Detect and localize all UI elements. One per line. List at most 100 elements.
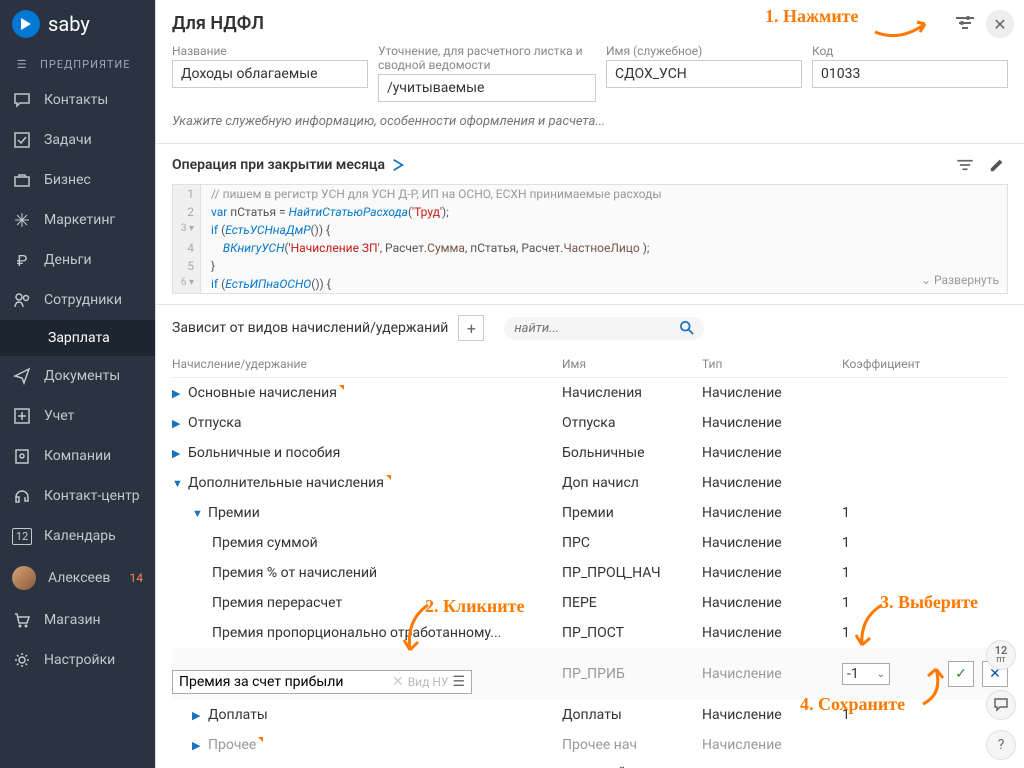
field-label-clarif: Уточнение, для расчетного листка и сводн… bbox=[378, 44, 596, 72]
sidebar-label: Задачи bbox=[44, 132, 92, 148]
code-block[interactable]: 1// пишем в регистр УСН для УСН Д-Р, ИП … bbox=[172, 184, 1008, 294]
table-row[interactable]: Премия % от начисленийПР_ПРОЦ_НАЧНачисле… bbox=[172, 558, 1008, 588]
org-row[interactable]: ☰ ПРЕДПРИЯТИЕ bbox=[0, 48, 155, 80]
clarif-input[interactable] bbox=[378, 74, 596, 102]
deps-label: Зависит от видов начислений/удержаний bbox=[172, 320, 448, 336]
caret-icon[interactable]: ▶ bbox=[172, 447, 184, 460]
th-name: Начисление/удержание bbox=[172, 357, 562, 371]
table-row[interactable]: ▼ПремииПремииНачисление1 bbox=[172, 498, 1008, 528]
table-row[interactable]: Премия перерасчетПЕРЕНачисление1 bbox=[172, 588, 1008, 618]
sidebar-label: Календарь bbox=[44, 528, 116, 544]
sidebar-label: Учет bbox=[44, 408, 74, 424]
table-row[interactable]: ▼Дополнительные начисленияДоп начислНачи… bbox=[172, 468, 1008, 498]
sidebar-item-14[interactable]: Настройки bbox=[0, 640, 155, 680]
table-row[interactable]: ▶ПрочееПрочее начНачисление bbox=[172, 730, 1008, 760]
row-name: Отпуска bbox=[188, 415, 242, 431]
table-row[interactable]: ▶ОтпускаОтпускаНачисление bbox=[172, 408, 1008, 438]
search-icon[interactable] bbox=[680, 321, 694, 335]
row-code: Больничные bbox=[562, 445, 702, 461]
caret-icon[interactable]: ▶ bbox=[192, 709, 204, 722]
row-code: ПРС bbox=[562, 535, 702, 551]
help-button[interactable]: ? bbox=[986, 730, 1016, 760]
sidebar-item-1[interactable]: Задачи bbox=[0, 120, 155, 160]
name-input[interactable] bbox=[172, 60, 368, 88]
filter-icon[interactable] bbox=[954, 12, 976, 34]
close-button[interactable]: ✕ bbox=[986, 10, 1014, 38]
row-name: Премия суммой bbox=[212, 535, 318, 551]
deps-table: Начисление/удержание Имя Тип Коэффициент… bbox=[156, 351, 1024, 768]
sidebar-item-6[interactable]: Зарплата bbox=[0, 320, 155, 356]
logo-icon bbox=[12, 10, 40, 38]
sidebar-label: Документы bbox=[44, 368, 120, 384]
field-label-sysname: Имя (служебное) bbox=[606, 44, 802, 58]
edit-icon-2[interactable] bbox=[986, 154, 1008, 176]
table-row[interactable]: ▶Основные начисленияНачисленияНачисление bbox=[172, 378, 1008, 408]
sidebar-item-10[interactable]: Контакт-центр bbox=[0, 476, 155, 516]
badge: 14 bbox=[130, 571, 144, 585]
row-type: Начисление bbox=[702, 625, 842, 641]
table-row[interactable]: Премия суммой ПРСНачисление1 bbox=[172, 528, 1008, 558]
sidebar-item-12[interactable]: Алексеев14 bbox=[0, 556, 155, 600]
briefcase-icon bbox=[12, 170, 32, 190]
sidebar-item-5[interactable]: Сотрудники bbox=[0, 280, 155, 320]
sidebar-item-9[interactable]: Компании bbox=[0, 436, 155, 476]
caret-icon[interactable]: ▼ bbox=[172, 477, 184, 490]
row-code: Доп начисл bbox=[562, 475, 702, 491]
list-icon[interactable]: ☰ bbox=[452, 674, 465, 690]
code-input[interactable] bbox=[812, 60, 1008, 88]
send-icon bbox=[12, 366, 32, 386]
sidebar-item-13[interactable]: Магазин bbox=[0, 600, 155, 640]
caret-icon[interactable]: ▼ bbox=[192, 507, 204, 520]
expand-link[interactable]: ⌄ Развернуть bbox=[921, 271, 999, 289]
table-row[interactable]: Простой по независящим причинамПРОСТОЙНН… bbox=[172, 760, 1008, 768]
sidebar-item-8[interactable]: Учет bbox=[0, 396, 155, 436]
caret-icon[interactable]: ▶ bbox=[192, 739, 204, 752]
row-name-input[interactable] bbox=[179, 674, 388, 690]
spark-icon bbox=[12, 210, 32, 230]
add-button[interactable]: + bbox=[458, 315, 484, 341]
sidebar-label: Контакты bbox=[44, 92, 108, 108]
row-coef: 1 bbox=[842, 707, 1008, 723]
clear-icon[interactable]: ✕ bbox=[392, 674, 404, 690]
field-label-name: Название bbox=[172, 44, 368, 58]
search-box[interactable] bbox=[504, 317, 704, 340]
filter-icon-2[interactable] bbox=[954, 154, 976, 176]
row-name: Дополнительные начисления bbox=[188, 475, 384, 491]
operation-section: Операция при закрытии месяца 1// пишем в… bbox=[156, 144, 1024, 305]
table-row[interactable]: ▶Больничные и пособияБольничныеНачислени… bbox=[172, 438, 1008, 468]
coef-select[interactable]: -1⌄ bbox=[842, 663, 890, 685]
row-name: Доплаты bbox=[208, 707, 268, 723]
chat-icon bbox=[12, 90, 32, 110]
table-row[interactable]: Премия пропорционально отработанному...П… bbox=[172, 618, 1008, 648]
caret-icon[interactable]: ▶ bbox=[172, 387, 184, 400]
chat-button[interactable] bbox=[986, 690, 1016, 720]
sidebar-label: Деньги bbox=[44, 252, 92, 268]
search-input[interactable] bbox=[514, 321, 680, 336]
caret-icon[interactable]: ▶ bbox=[172, 417, 184, 430]
menu-icon: ☰ bbox=[12, 54, 32, 74]
sidebar-item-3[interactable]: Маркетинг bbox=[0, 200, 155, 240]
sidebar-item-0[interactable]: Контакты bbox=[0, 80, 155, 120]
row-coef: 1 bbox=[842, 535, 1008, 551]
row-type: Начисление bbox=[702, 535, 842, 551]
plus-sq-icon bbox=[12, 406, 32, 426]
sidebar-item-7[interactable]: Документы bbox=[0, 356, 155, 396]
sidebar-item-2[interactable]: Бизнес bbox=[0, 160, 155, 200]
calendar-icon: 12 bbox=[12, 526, 32, 546]
sidebar-item-11[interactable]: 12 Календарь bbox=[0, 516, 155, 556]
row-code: Премии bbox=[562, 505, 702, 521]
avatar bbox=[12, 566, 36, 590]
table-header: Начисление/удержание Имя Тип Коэффициент bbox=[172, 351, 1008, 378]
table-row[interactable]: ✕Вид НУ☰ПР_ПРИБНачисление-1⌄✓✕ bbox=[172, 648, 1008, 700]
row-type: Начисление bbox=[702, 385, 842, 401]
row-coef: 1 bbox=[842, 565, 1008, 581]
sysname-input[interactable] bbox=[606, 60, 802, 88]
date-badge[interactable]: 12 пт bbox=[986, 640, 1016, 670]
row-name: Прочее bbox=[208, 737, 256, 753]
row-type: Начисление bbox=[702, 565, 842, 581]
table-row[interactable]: ▶ДоплатыДоплатыНачисление1 bbox=[172, 700, 1008, 730]
edit-name-box[interactable]: ✕Вид НУ☰ bbox=[172, 670, 472, 694]
sidebar-item-4[interactable]: ₽Деньги bbox=[0, 240, 155, 280]
confirm-button[interactable]: ✓ bbox=[948, 661, 974, 687]
notes-input[interactable] bbox=[172, 108, 1008, 135]
